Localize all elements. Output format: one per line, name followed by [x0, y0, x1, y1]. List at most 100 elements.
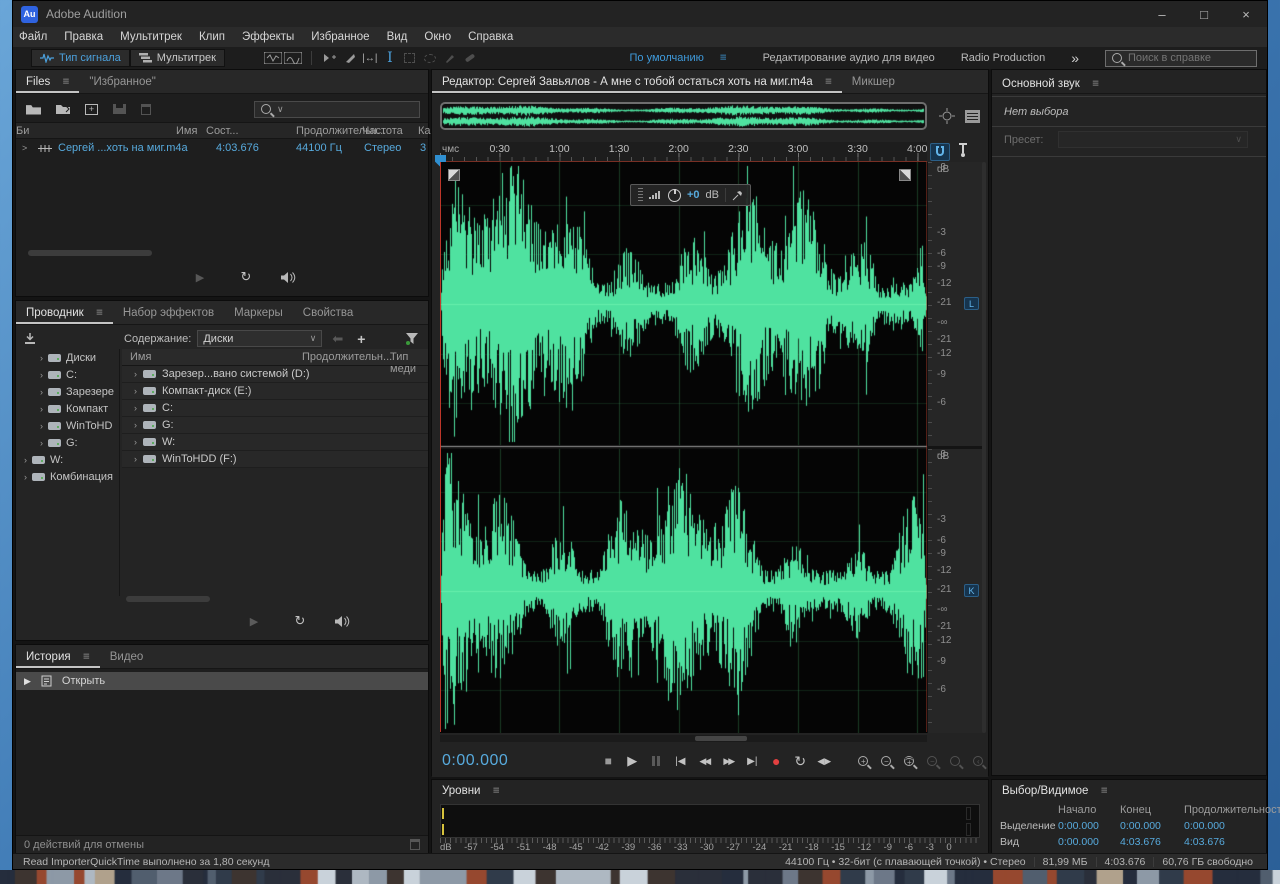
channel-left-badge[interactable]: L [964, 297, 979, 310]
tree-item[interactable]: › W: [16, 451, 119, 468]
close-button[interactable]: × [1225, 1, 1267, 27]
files-column-headers[interactable]: ИмяСост...Продолжительн...ЧастотаКаналыБ… [16, 122, 428, 139]
selection-end[interactable]: 0:00.000 [1120, 820, 1184, 832]
heal-tool-icon[interactable] [460, 50, 480, 66]
overview-waveform[interactable] [442, 104, 925, 128]
list-chevron-icon[interactable]: › [134, 403, 137, 413]
help-search-input[interactable] [1128, 52, 1248, 64]
menu-item[interactable]: Эффекты [242, 31, 294, 43]
multitrack-mode-button[interactable]: Мультитрек [130, 49, 225, 67]
move-tool-icon[interactable] [320, 50, 340, 66]
tab-mixer[interactable]: Микшер [842, 72, 905, 93]
drive-list-item[interactable]: › W: [122, 434, 428, 451]
menu-item[interactable]: Избранное [311, 31, 369, 43]
tree-item[interactable]: › G: [16, 434, 119, 451]
skip-to-end-button[interactable]: ▶| [740, 751, 764, 771]
tree-chevron-icon[interactable]: › [40, 421, 43, 431]
content-dropdown[interactable]: Диски∨ [197, 330, 322, 347]
drive-list-item[interactable]: › C: [122, 400, 428, 417]
menu-item[interactable]: Правка [64, 31, 103, 43]
import-file-icon[interactable] [55, 103, 71, 115]
level-meters[interactable] [440, 804, 980, 838]
fade-in-handle[interactable] [448, 169, 460, 181]
column-name[interactable]: Имя [130, 351, 151, 363]
hud-grip[interactable] [638, 188, 643, 202]
list-chevron-icon[interactable]: › [134, 420, 137, 430]
marquee-tool-icon[interactable] [400, 50, 420, 66]
skip-to-start-button[interactable]: |◀ [668, 751, 692, 771]
history-entry[interactable]: ▶ Открыть [16, 672, 428, 690]
lasso-tool-icon[interactable] [420, 50, 440, 66]
zoom-reset-icon[interactable] [937, 108, 957, 124]
panel-menu-icon[interactable]: ≡ [83, 651, 90, 663]
delete-icon[interactable] [141, 104, 151, 115]
tab-properties[interactable]: Свойства [293, 303, 364, 324]
selection-start[interactable]: 0:00.000 [1058, 820, 1120, 832]
tab-markers[interactable]: Маркеры [224, 303, 293, 324]
drive-list-item[interactable]: › WinToHDD (F:) [122, 451, 428, 468]
panel-menu-icon[interactable]: ≡ [96, 307, 103, 319]
column-header[interactable]: Имя [176, 125, 197, 137]
playhead-time[interactable]: 0:00.000 [442, 752, 508, 770]
tree-chevron-icon[interactable]: › [40, 387, 43, 397]
playhead-line[interactable] [440, 162, 441, 732]
auto-play-speaker-icon[interactable] [280, 271, 297, 284]
column-duration[interactable]: Продолжительн... [302, 351, 392, 363]
gain-hud[interactable]: +0 dB [630, 184, 751, 206]
menu-item[interactable]: Вид [387, 31, 408, 43]
menu-item[interactable]: Файл [19, 31, 47, 43]
zoom-in-time-button[interactable]: + [904, 756, 914, 766]
workspace-radio-production[interactable]: Radio Production [961, 52, 1045, 64]
drive-list-item[interactable]: › Компакт-диск (E:) [122, 383, 428, 400]
open-file-icon[interactable] [26, 104, 41, 115]
menu-item[interactable]: Мультитрек [120, 31, 182, 43]
zoom-full-button[interactable]: ‹ [973, 756, 983, 766]
tab-selection-view[interactable]: Выбор/Видимое ≡ [992, 782, 1118, 800]
play-button[interactable]: ▶ [620, 751, 644, 771]
rewind-button[interactable]: ◀◀ [692, 751, 716, 771]
column-header[interactable]: Частота [362, 125, 403, 137]
tree-item[interactable]: › Зарезере [16, 383, 119, 400]
files-hscrollbar[interactable] [28, 250, 152, 256]
panel-menu-icon[interactable]: ≡ [493, 785, 500, 797]
slip-tool-icon[interactable]: |↔| [360, 50, 380, 66]
zoom-selection-button[interactable] [950, 756, 960, 766]
tab-history[interactable]: История ≡ [16, 647, 100, 668]
pin-marker-icon[interactable] [956, 143, 970, 162]
file-name[interactable]: Сергей ...хоть на миг.m4a [58, 142, 188, 154]
waveform-canvas[interactable] [440, 162, 927, 733]
files-search[interactable]: ∨ [254, 101, 420, 118]
minimize-button[interactable]: – [1141, 1, 1183, 27]
tab-video[interactable]: Видео [100, 647, 154, 668]
add-shortcut-icon[interactable]: + [357, 331, 365, 347]
pause-button[interactable] [644, 751, 668, 771]
skip-selection-button[interactable]: ◀▶ [812, 751, 836, 771]
razor-tool-icon[interactable] [340, 50, 360, 66]
panel-menu-icon[interactable]: ≡ [1092, 78, 1099, 90]
workspace-default[interactable]: По умолчанию [629, 52, 703, 64]
workspace-overflow-chevron[interactable]: » [1071, 50, 1079, 66]
tree-chevron-icon[interactable]: › [40, 404, 43, 414]
workspace-audio-video[interactable]: Редактирование аудио для видео [763, 52, 935, 64]
panel-menu-icon[interactable]: ≡ [1101, 785, 1108, 797]
brush-tool-icon[interactable] [440, 50, 460, 66]
editor-hscrollbar[interactable] [695, 736, 747, 741]
tree-item[interactable]: › C: [16, 366, 119, 383]
waveform-mode-button[interactable]: Тип сигнала [31, 49, 130, 67]
preview-loop-icon[interactable]: ↻ [288, 611, 312, 631]
view-start[interactable]: 0:00.000 [1058, 836, 1120, 848]
zoom-out-button[interactable]: − [881, 756, 891, 766]
tab-levels[interactable]: Уровни ≡ [432, 782, 510, 800]
expand-chevron-icon[interactable]: > [22, 143, 27, 153]
tree-chevron-icon[interactable]: › [40, 353, 43, 363]
new-file-icon[interactable]: + [85, 104, 98, 115]
tab-editor[interactable]: Редактор: Сергей Завьялов - А мне с тобо… [432, 72, 842, 93]
loop-playback-button[interactable]: ↻ [788, 751, 812, 771]
record-button[interactable]: ● [764, 751, 788, 771]
tab-favorites[interactable]: "Избранное" [79, 72, 165, 93]
save-icon[interactable] [112, 103, 127, 115]
snap-magnet-button[interactable] [930, 143, 950, 161]
overview-strip[interactable] [440, 102, 927, 130]
ibeam-tool-icon[interactable]: I [380, 50, 400, 66]
import-download-icon[interactable] [24, 332, 38, 345]
